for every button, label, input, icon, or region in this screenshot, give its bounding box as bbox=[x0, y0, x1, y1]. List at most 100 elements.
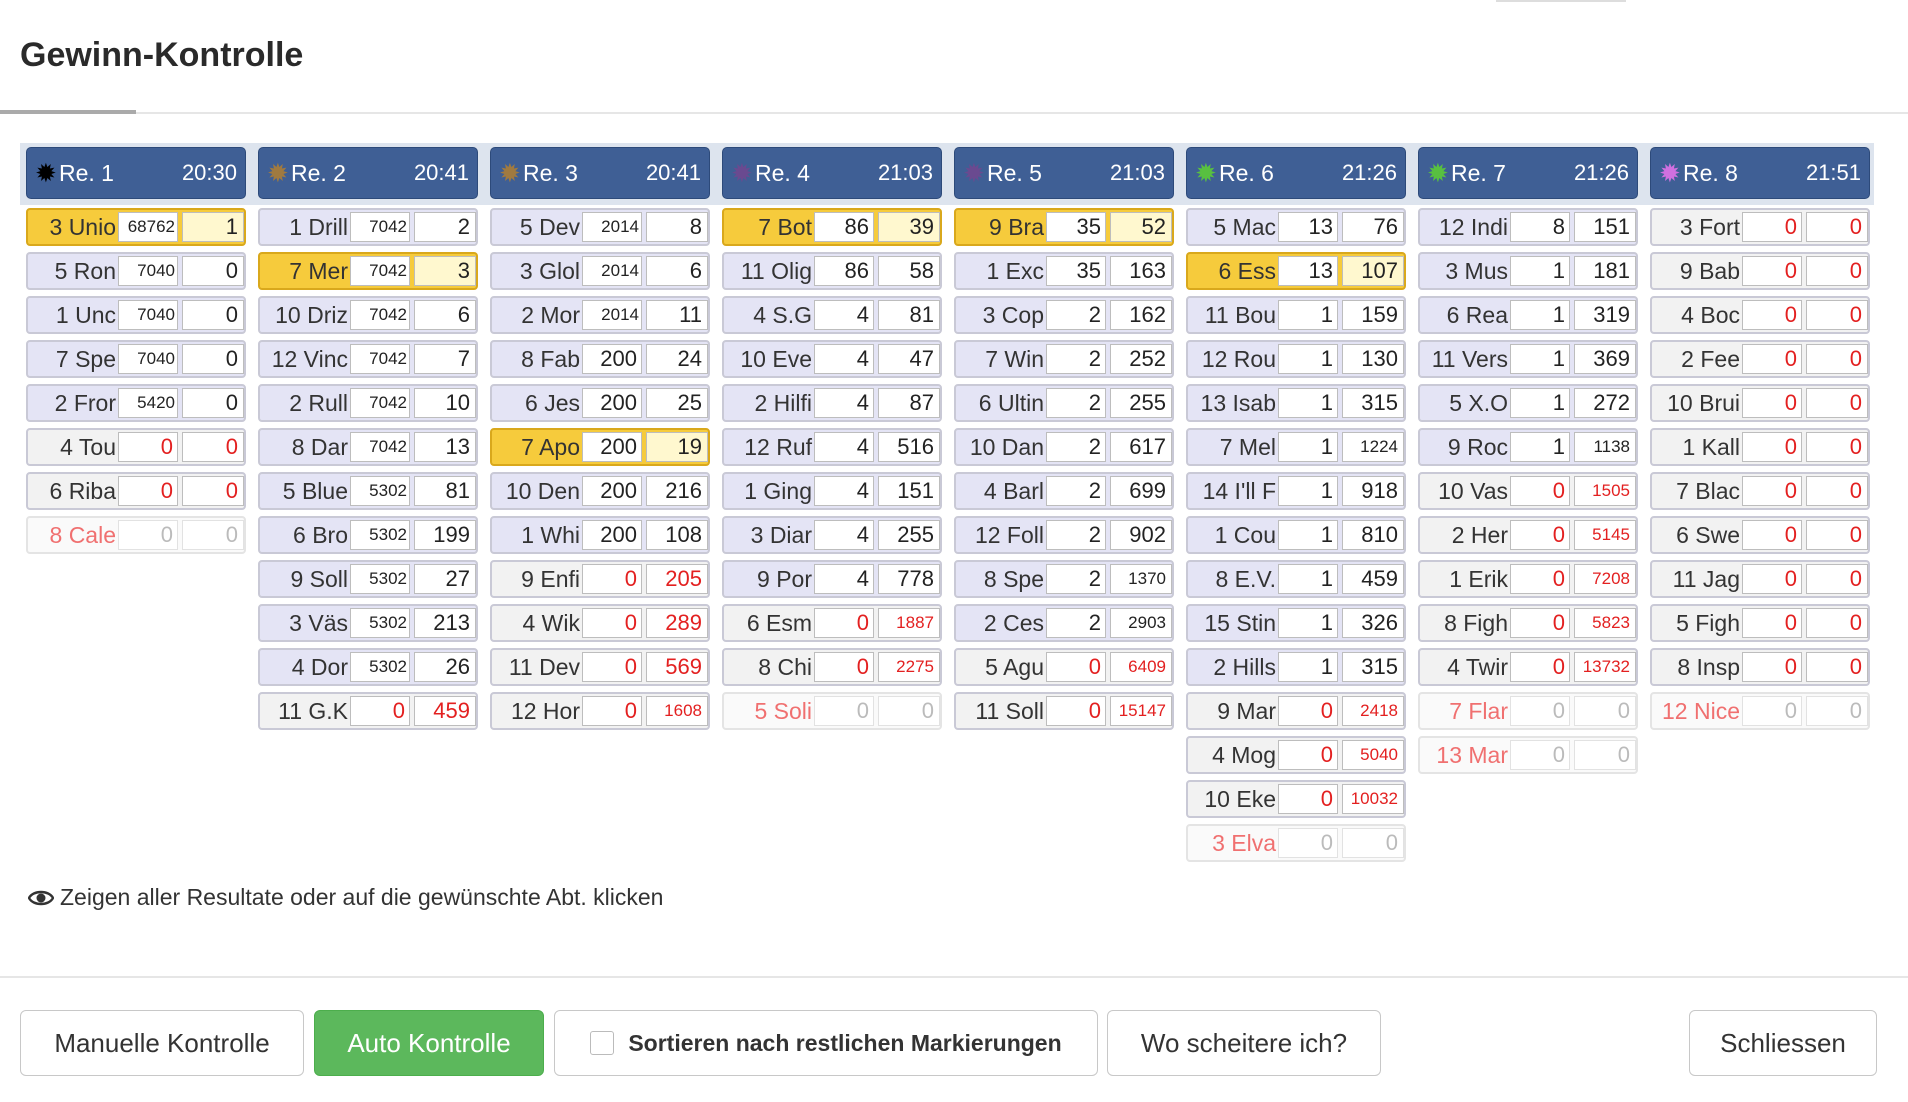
runner-row[interactable]: 3 Mus 1 181 bbox=[1418, 252, 1638, 290]
runner-row[interactable]: 13 Isab 1 315 bbox=[1186, 384, 1406, 422]
runner-row[interactable]: 2 Hills 1 315 bbox=[1186, 648, 1406, 686]
runner-row[interactable]: 6 Esm 0 1887 bbox=[722, 604, 942, 642]
runner-row[interactable]: 6 Swe 0 0 bbox=[1650, 516, 1870, 554]
runner-row[interactable]: 10 Den 200 216 bbox=[490, 472, 710, 510]
race-header[interactable]: ✹ Re. 7 21:26 bbox=[1418, 147, 1638, 199]
runner-row[interactable]: 12 Indi 8 151 bbox=[1418, 208, 1638, 246]
runner-row[interactable]: 1 Erik 0 7208 bbox=[1418, 560, 1638, 598]
runner-row[interactable]: 1 Kall 0 0 bbox=[1650, 428, 1870, 466]
runner-row[interactable]: 1 Whi 200 108 bbox=[490, 516, 710, 554]
runner-row[interactable]: 4 Barl 2 699 bbox=[954, 472, 1174, 510]
runner-row[interactable]: 10 Driz 7042 6 bbox=[258, 296, 478, 334]
runner-row[interactable]: 6 Ultin 2 255 bbox=[954, 384, 1174, 422]
runner-row[interactable]: 1 Drill 7042 2 bbox=[258, 208, 478, 246]
runner-row[interactable]: 5 Ron 7040 0 bbox=[26, 252, 246, 290]
runner-row[interactable]: 12 Ruf 4 516 bbox=[722, 428, 942, 466]
runner-row[interactable]: 15 Stin 1 326 bbox=[1186, 604, 1406, 642]
runner-row[interactable]: 3 Väs 5302 213 bbox=[258, 604, 478, 642]
runner-row[interactable]: 12 Vinc 7042 7 bbox=[258, 340, 478, 378]
runner-row[interactable]: 6 Bro 5302 199 bbox=[258, 516, 478, 554]
runner-row[interactable]: 2 Rull 7042 10 bbox=[258, 384, 478, 422]
runner-row[interactable]: 9 Por 4 778 bbox=[722, 560, 942, 598]
runner-row[interactable]: 5 Dev 2014 8 bbox=[490, 208, 710, 246]
runner-row[interactable]: 13 Mar 0 0 bbox=[1418, 736, 1638, 774]
runner-row[interactable]: 8 Dar 7042 13 bbox=[258, 428, 478, 466]
runner-row[interactable]: 2 Fee 0 0 bbox=[1650, 340, 1870, 378]
race-header[interactable]: ✹ Re. 6 21:26 bbox=[1186, 147, 1406, 199]
runner-row[interactable]: 6 Riba 0 0 bbox=[26, 472, 246, 510]
runner-row[interactable]: 5 Blue 5302 81 bbox=[258, 472, 478, 510]
runner-row[interactable]: 11 Jag 0 0 bbox=[1650, 560, 1870, 598]
runner-row[interactable]: 9 Bab 0 0 bbox=[1650, 252, 1870, 290]
runner-row[interactable]: 14 I'll F 1 918 bbox=[1186, 472, 1406, 510]
runner-row[interactable]: 9 Soll 5302 27 bbox=[258, 560, 478, 598]
runner-row[interactable]: 3 Unio 68762 1 bbox=[26, 208, 246, 246]
race-header[interactable]: ✹ Re. 1 20:30 bbox=[26, 147, 246, 199]
runner-row[interactable]: 5 Figh 0 0 bbox=[1650, 604, 1870, 642]
runner-row[interactable]: 11 Olig 86 58 bbox=[722, 252, 942, 290]
runner-row[interactable]: 7 Win 2 252 bbox=[954, 340, 1174, 378]
sort-remaining-toggle[interactable]: Sortieren nach restlichen Markierungen bbox=[554, 1010, 1098, 1076]
runner-row[interactable]: 2 Ces 2 2903 bbox=[954, 604, 1174, 642]
runner-row[interactable]: 5 Soli 0 0 bbox=[722, 692, 942, 730]
runner-row[interactable]: 1 Ging 4 151 bbox=[722, 472, 942, 510]
runner-row[interactable]: 7 Flar 0 0 bbox=[1418, 692, 1638, 730]
race-header[interactable]: ✹ Re. 2 20:41 bbox=[258, 147, 478, 199]
race-header[interactable]: ✹ Re. 5 21:03 bbox=[954, 147, 1174, 199]
runner-row[interactable]: 8 Fab 200 24 bbox=[490, 340, 710, 378]
runner-row[interactable]: 5 Agu 0 6409 bbox=[954, 648, 1174, 686]
manual-check-button[interactable]: Manuelle Kontrolle bbox=[20, 1010, 304, 1076]
runner-row[interactable]: 10 Brui 0 0 bbox=[1650, 384, 1870, 422]
runner-row[interactable]: 1 Unc 7040 0 bbox=[26, 296, 246, 334]
runner-row[interactable]: 11 Soll 0 15147 bbox=[954, 692, 1174, 730]
runner-row[interactable]: 7 Apo 200 19 bbox=[490, 428, 710, 466]
runner-row[interactable]: 9 Bra 35 52 bbox=[954, 208, 1174, 246]
where-fail-button[interactable]: Wo scheitere ich? bbox=[1107, 1010, 1381, 1076]
runner-row[interactable]: 8 Spe 2 1370 bbox=[954, 560, 1174, 598]
runner-row[interactable]: 12 Foll 2 902 bbox=[954, 516, 1174, 554]
runner-row[interactable]: 11 G.K 0 459 bbox=[258, 692, 478, 730]
runner-row[interactable]: 2 Fror 5420 0 bbox=[26, 384, 246, 422]
runner-row[interactable]: 10 Vas 0 1505 bbox=[1418, 472, 1638, 510]
runner-row[interactable]: 7 Mer 7042 3 bbox=[258, 252, 478, 290]
sort-checkbox[interactable] bbox=[590, 1031, 615, 1055]
runner-row[interactable]: 10 Eve 4 47 bbox=[722, 340, 942, 378]
auto-check-button[interactable]: Auto Kontrolle bbox=[314, 1010, 544, 1076]
runner-row[interactable]: 8 E.V. 1 459 bbox=[1186, 560, 1406, 598]
runner-row[interactable]: 4 Mog 0 5040 bbox=[1186, 736, 1406, 774]
runner-row[interactable]: 7 Mel 1 1224 bbox=[1186, 428, 1406, 466]
race-header[interactable]: ✹ Re. 8 21:51 bbox=[1650, 147, 1870, 199]
runner-row[interactable]: 3 Fort 0 0 bbox=[1650, 208, 1870, 246]
runner-row[interactable]: 9 Mar 0 2418 bbox=[1186, 692, 1406, 730]
runner-row[interactable]: 4 Dor 5302 26 bbox=[258, 648, 478, 686]
runner-row[interactable]: 7 Spe 7040 0 bbox=[26, 340, 246, 378]
runner-row[interactable]: 2 Mor 2014 11 bbox=[490, 296, 710, 334]
runner-row[interactable]: 1 Cou 1 810 bbox=[1186, 516, 1406, 554]
runner-row[interactable]: 10 Dan 2 617 bbox=[954, 428, 1174, 466]
runner-row[interactable]: 12 Hor 0 1608 bbox=[490, 692, 710, 730]
runner-row[interactable]: 3 Diar 4 255 bbox=[722, 516, 942, 554]
runner-row[interactable]: 8 Chi 0 2275 bbox=[722, 648, 942, 686]
runner-row[interactable]: 8 Insp 0 0 bbox=[1650, 648, 1870, 686]
runner-row[interactable]: 5 X.O 1 272 bbox=[1418, 384, 1638, 422]
runner-row[interactable]: 8 Figh 0 5823 bbox=[1418, 604, 1638, 642]
runner-row[interactable]: 9 Roc 1 1138 bbox=[1418, 428, 1638, 466]
runner-row[interactable]: 7 Blac 0 0 bbox=[1650, 472, 1870, 510]
runner-row[interactable]: 4 Boc 0 0 bbox=[1650, 296, 1870, 334]
runner-row[interactable]: 6 Jes 200 25 bbox=[490, 384, 710, 422]
runner-row[interactable]: 4 S.G 4 81 bbox=[722, 296, 942, 334]
runner-row[interactable]: 4 Wik 0 289 bbox=[490, 604, 710, 642]
runner-row[interactable]: 1 Exc 35 163 bbox=[954, 252, 1174, 290]
close-button[interactable]: Schliessen bbox=[1689, 1010, 1877, 1076]
runner-row[interactable]: 6 Ess 13 107 bbox=[1186, 252, 1406, 290]
runner-row[interactable]: 3 Elva 0 0 bbox=[1186, 824, 1406, 862]
runner-row[interactable]: 6 Rea 1 319 bbox=[1418, 296, 1638, 334]
runner-row[interactable]: 12 Rou 1 130 bbox=[1186, 340, 1406, 378]
runner-row[interactable]: 5 Mac 13 76 bbox=[1186, 208, 1406, 246]
runner-row[interactable]: 8 Cale 0 0 bbox=[26, 516, 246, 554]
runner-row[interactable]: 10 Eke 0 10032 bbox=[1186, 780, 1406, 818]
runner-row[interactable]: 11 Bou 1 159 bbox=[1186, 296, 1406, 334]
runner-row[interactable]: 3 Glol 2014 6 bbox=[490, 252, 710, 290]
runner-row[interactable]: 2 Her 0 5145 bbox=[1418, 516, 1638, 554]
runner-row[interactable]: 12 Nice 0 0 bbox=[1650, 692, 1870, 730]
